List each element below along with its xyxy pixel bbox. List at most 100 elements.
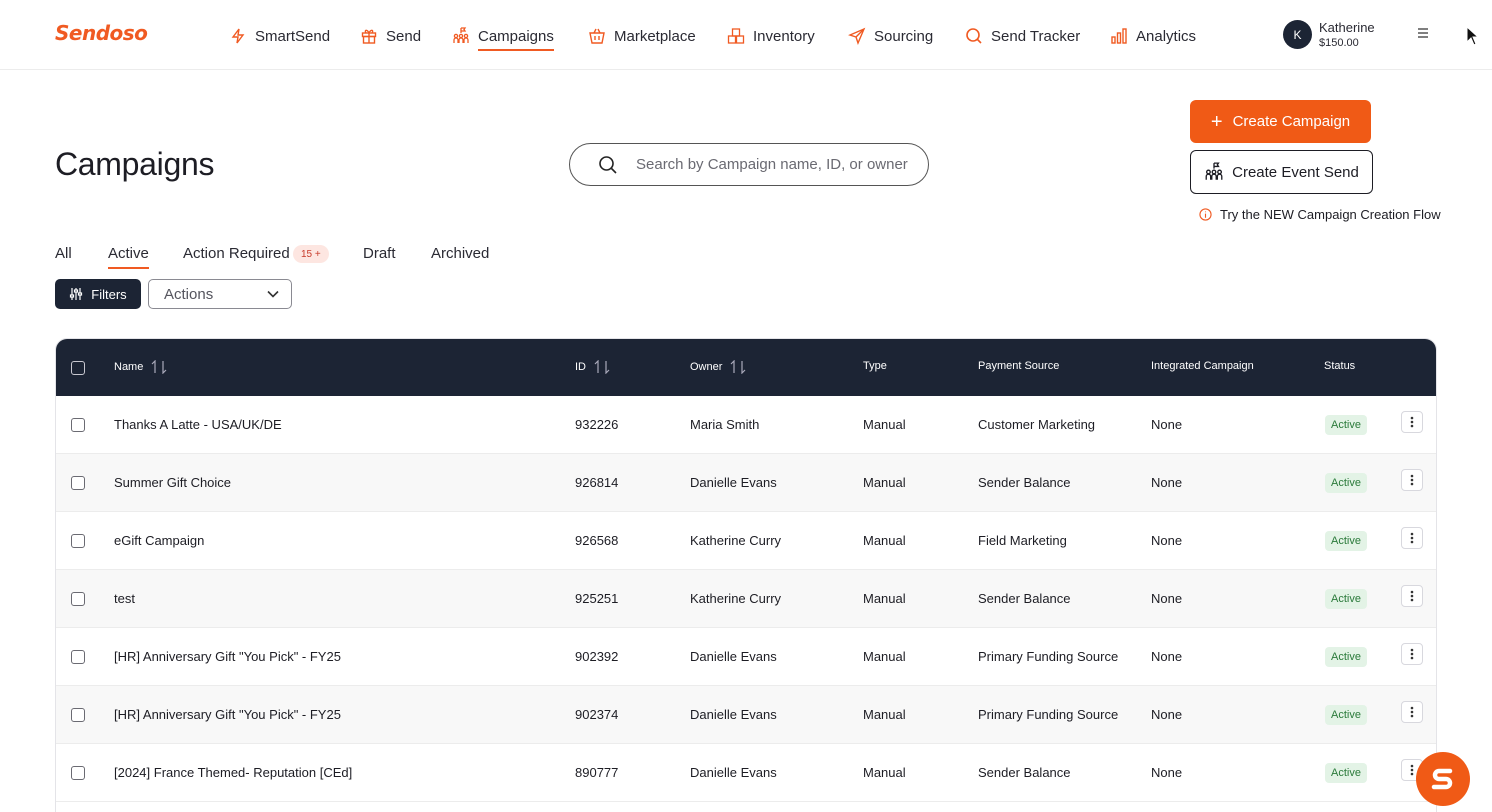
cell-name[interactable]: Summer Gift Choice (114, 475, 231, 490)
filters-button[interactable]: Filters (55, 279, 141, 309)
gift-icon (361, 29, 377, 44)
table-row[interactable]: Summer Gift Choice 926814 Danielle Evans Ma… (56, 454, 1436, 512)
table-header: Name ID Owner Type Payment Source Integr… (56, 339, 1436, 396)
tab-action-required[interactable]: Action Required (183, 245, 290, 262)
row-checkbox[interactable] (71, 708, 85, 722)
cell-id: 902392 (575, 649, 619, 664)
search-icon (599, 155, 617, 174)
tab-active[interactable]: Active (108, 245, 149, 269)
cell-name[interactable]: Thanks A Latte - USA/UK/DE (114, 417, 282, 432)
cell-type: Manual (863, 417, 906, 432)
cell-integrated-campaign: None (1151, 591, 1183, 606)
tab-archived[interactable]: Archived (431, 245, 489, 262)
cell-id: 926568 (575, 533, 619, 548)
search-box[interactable] (569, 143, 929, 186)
paper-plane-icon (848, 27, 866, 45)
table-row[interactable]: [2024] France Themed- Reputation [CEd] 89… (56, 744, 1436, 802)
row-more-options-button[interactable] (1401, 701, 1423, 723)
nav-label: Send (386, 27, 422, 45)
table-row[interactable]: [HR] Anniversary Gift "You Pick" - FY25 9… (56, 686, 1436, 744)
column-header-integrated-campaign: Integrated Campaign (1151, 360, 1254, 372)
nav-item-marketplace[interactable]: Marketplace (588, 24, 696, 48)
column-label: Owner (690, 361, 723, 373)
cell-name[interactable]: test (114, 591, 135, 606)
row-more-options-button[interactable] (1401, 643, 1423, 665)
table-row[interactable]: eGift Campaign 926568 Katherine Curry Manua… (56, 512, 1436, 570)
nav-label: Send Tracker (991, 27, 1081, 45)
create-campaign-label: Create Campaign (1232, 113, 1351, 130)
create-campaign-button[interactable]: + Create Campaign (1190, 100, 1371, 143)
sendoso-logo[interactable]: Sendoso (55, 21, 148, 45)
bolt-icon (231, 28, 245, 44)
column-header-status: Status (1324, 360, 1356, 372)
info-icon (1199, 208, 1212, 221)
nav-item-send-tracker[interactable]: Send Tracker (965, 24, 1080, 48)
column-header-name[interactable]: Name (114, 360, 167, 374)
cell-payment-source: Primary Funding Source (978, 649, 1119, 664)
user-name[interactable]: Katherine (1319, 20, 1375, 35)
tab-draft[interactable]: Draft (363, 245, 396, 262)
row-more-options-button[interactable] (1401, 411, 1423, 433)
table-row[interactable]: test 925251 Katherine Curry Manual Sender Ba… (56, 570, 1436, 628)
cell-name[interactable]: eGift Campaign (114, 533, 204, 548)
cell-type: Manual (863, 591, 906, 606)
try-new-flow-label: Try the NEW Campaign Creation Flow (1220, 207, 1441, 222)
chevron-down-icon (267, 290, 279, 298)
boxes-icon (727, 28, 745, 44)
row-checkbox[interactable] (71, 534, 85, 548)
try-new-flow-link[interactable]: Try the NEW Campaign Creation Flow (1199, 207, 1441, 222)
cell-integrated-campaign: None (1151, 417, 1183, 432)
column-header-owner[interactable]: Owner (690, 360, 746, 374)
kebab-icon (1410, 764, 1414, 776)
cell-owner: Danielle Evans (690, 765, 777, 780)
nav-item-send[interactable]: Send (360, 24, 421, 48)
row-more-options-button[interactable] (1401, 585, 1423, 607)
row-checkbox[interactable] (71, 476, 85, 490)
cell-type: Manual (863, 533, 906, 548)
row-more-options-button[interactable] (1401, 469, 1423, 491)
nav-item-smartsend[interactable]: SmartSend (229, 24, 330, 48)
nav-item-sourcing[interactable]: Sourcing (848, 24, 933, 48)
nav-item-campaigns[interactable]: Campaigns (452, 24, 554, 51)
nav-label: Analytics (1136, 27, 1197, 45)
table-row[interactable]: Thanks A Latte - USA/UK/DE 932226 Maria Sm… (56, 396, 1436, 454)
cell-payment-source: Sender Balance (978, 475, 1071, 490)
status-badge: Active (1325, 763, 1367, 783)
row-checkbox[interactable] (71, 650, 85, 664)
tab-all[interactable]: All (55, 245, 72, 262)
row-checkbox[interactable] (71, 766, 85, 780)
column-header-id[interactable]: ID (575, 360, 610, 374)
cell-name[interactable]: [HR] Anniversary Gift "You Pick" - FY25 (114, 707, 341, 722)
row-checkbox[interactable] (71, 592, 85, 606)
table-row[interactable]: [HR] Anniversary Gift "You Pick" - FY25 9… (56, 628, 1436, 686)
kebab-icon (1410, 590, 1414, 602)
nav-item-analytics[interactable]: Analytics (1110, 24, 1196, 48)
column-header-type: Type (863, 360, 887, 372)
status-badge: Active (1325, 415, 1367, 435)
search-input[interactable] (636, 156, 916, 173)
cell-payment-source: Customer Marketing (978, 417, 1096, 432)
cell-type: Manual (863, 765, 906, 780)
row-more-options-button[interactable] (1401, 527, 1423, 549)
kebab-icon (1410, 706, 1414, 718)
create-event-send-button[interactable]: Create Event Send (1190, 150, 1373, 194)
cell-id: 890777 (575, 765, 619, 780)
filters-label: Filters (91, 286, 127, 302)
people-flag-icon (453, 27, 469, 43)
status-badge: Active (1325, 589, 1367, 609)
nav-label: Sourcing (874, 27, 934, 45)
cell-id: 902374 (575, 707, 619, 722)
cell-payment-source: Primary Funding Source (978, 707, 1119, 722)
avatar[interactable]: K (1283, 20, 1312, 49)
hamburger-menu-icon[interactable] (1416, 26, 1430, 40)
row-checkbox[interactable] (71, 418, 85, 432)
cell-name[interactable]: [HR] Anniversary Gift "You Pick" - FY25 (114, 649, 341, 664)
cell-integrated-campaign: None (1151, 765, 1183, 780)
cell-payment-source: Sender Balance (978, 591, 1071, 606)
sendoso-assistant-button[interactable] (1416, 752, 1470, 806)
status-badge: Active (1325, 647, 1367, 667)
cell-name[interactable]: [2024] France Themed- Reputation [CEd] (114, 765, 352, 780)
select-all-checkbox[interactable] (71, 361, 85, 375)
nav-item-inventory[interactable]: Inventory (727, 24, 815, 48)
actions-dropdown[interactable]: Actions (148, 279, 292, 309)
